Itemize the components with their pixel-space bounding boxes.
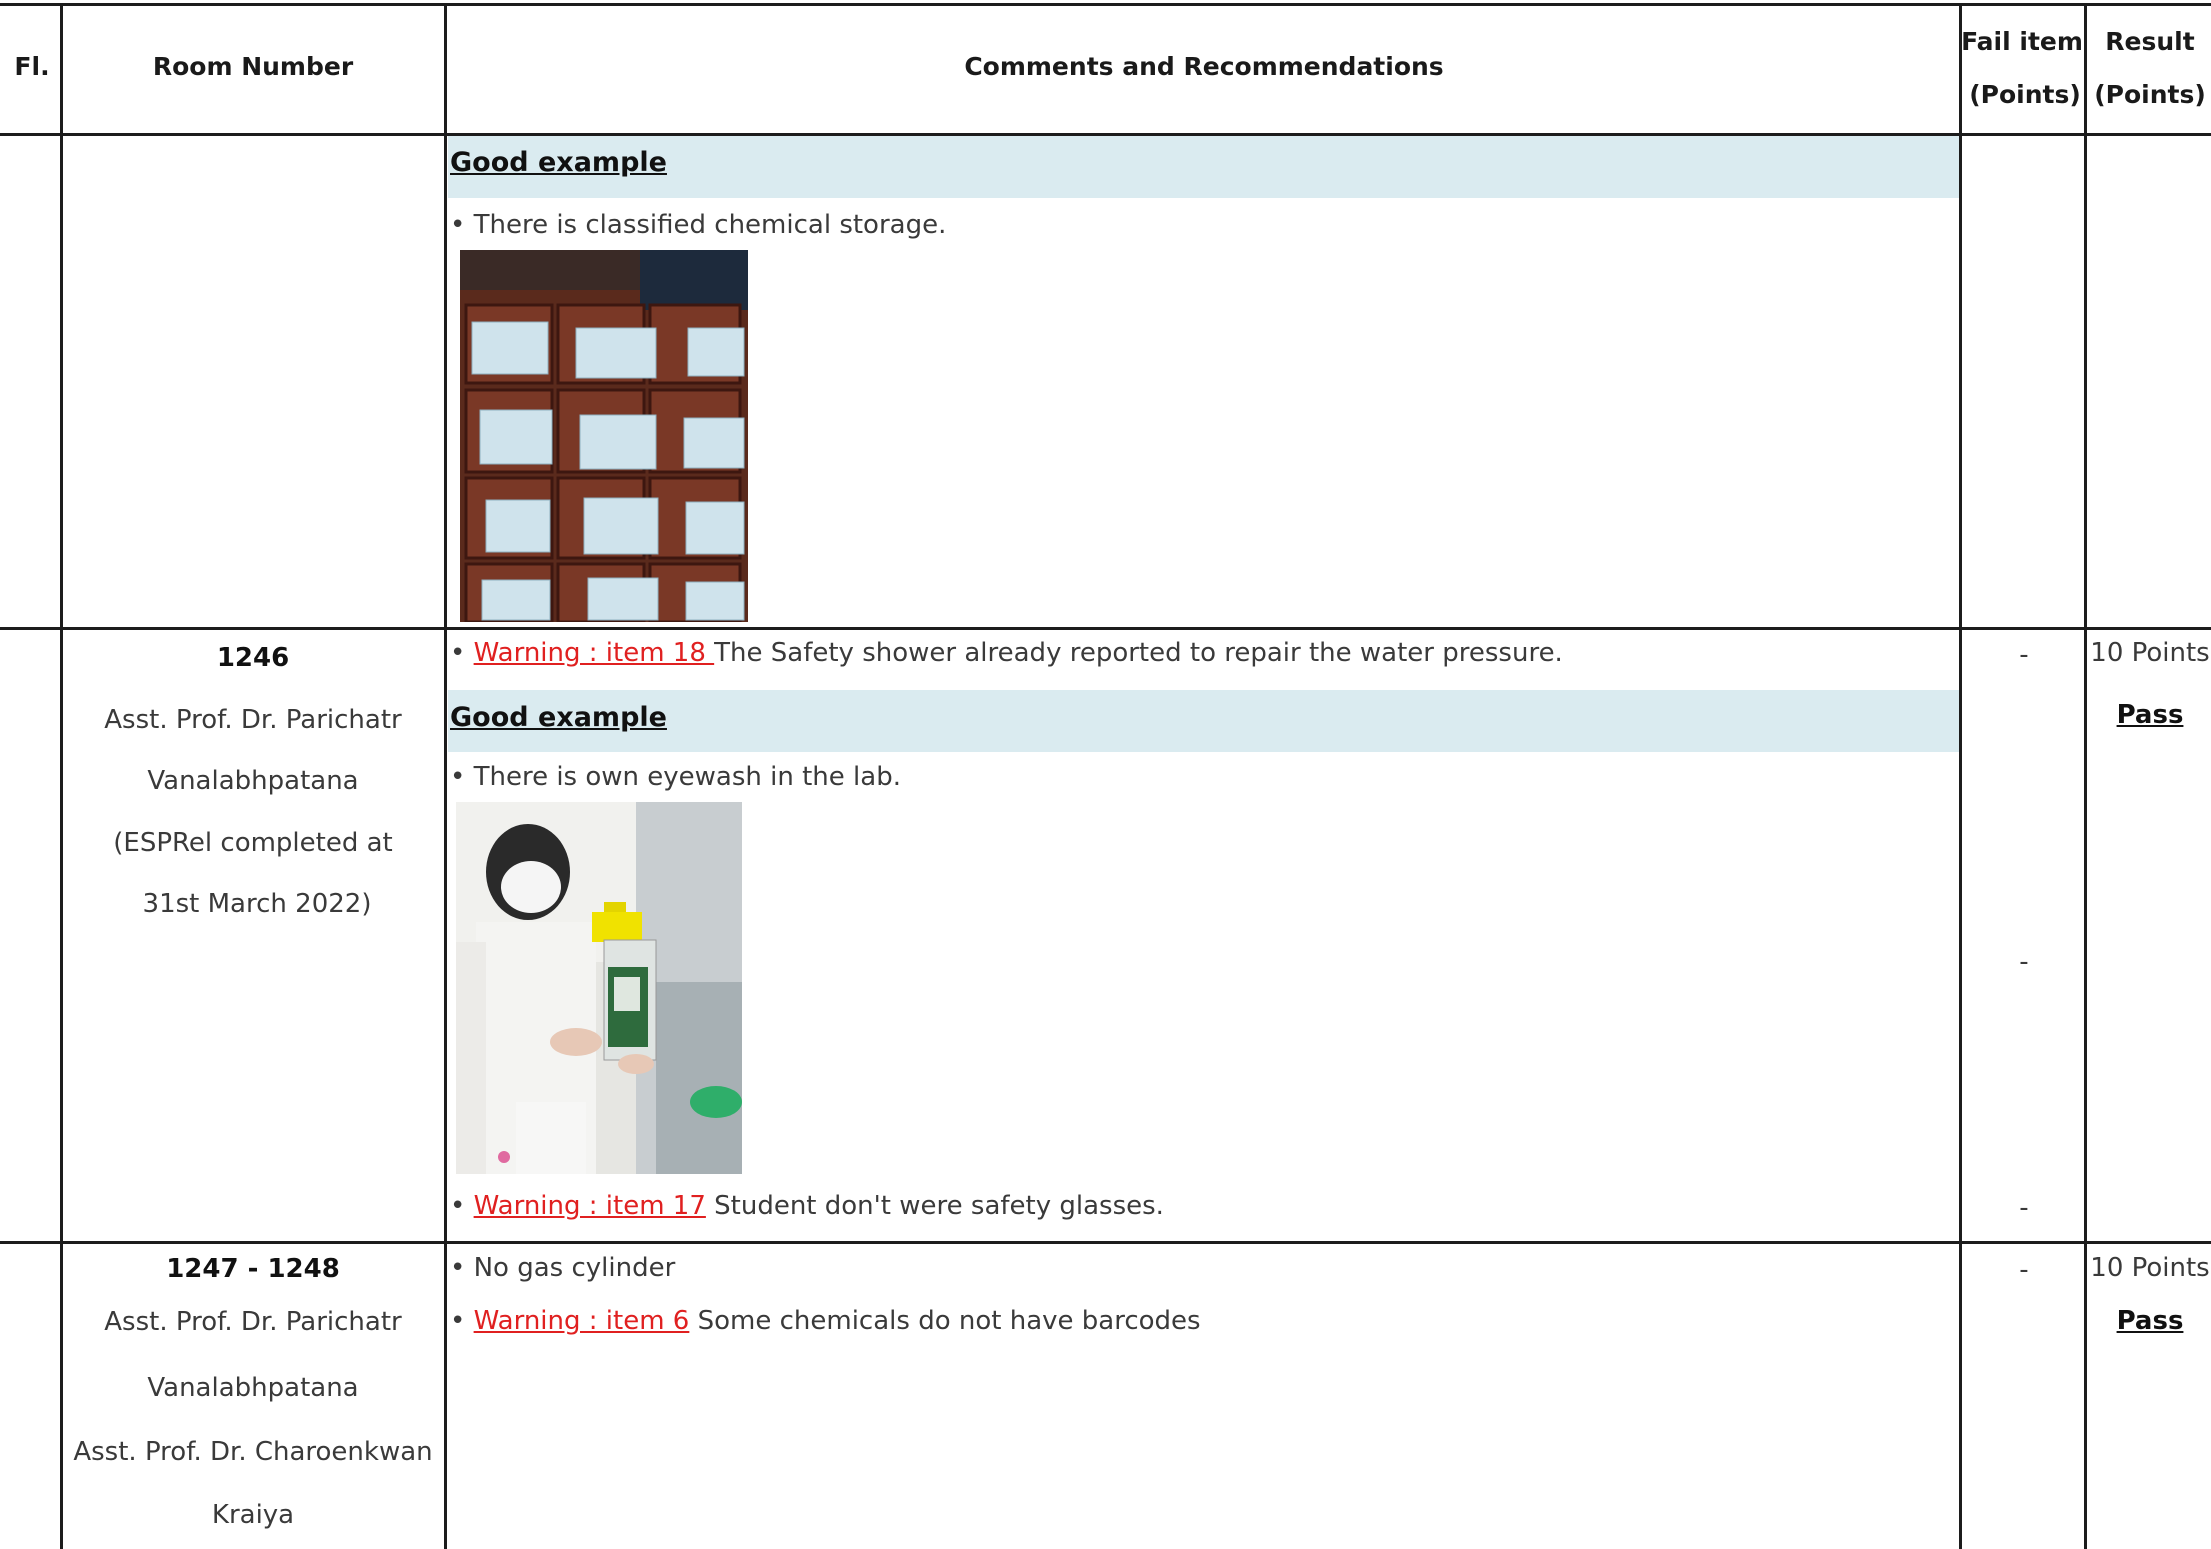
fail-mark: - — [2019, 640, 2029, 670]
good-example-band — [448, 690, 1959, 752]
result-points: 10 Points — [2090, 1253, 2210, 1283]
header-fail-item: Fail item — [1961, 27, 2083, 56]
row1-bottom-border — [0, 627, 2211, 630]
owner-line-4: Kraiya — [211, 1500, 295, 1530]
room-number-1246: 1246 — [216, 643, 290, 673]
warning-link-item-17[interactable]: Warning : item 17 — [474, 1191, 706, 1221]
col-divider-floor — [60, 4, 63, 1549]
header-result: Result — [2105, 27, 2195, 56]
owner-line-1: Asst. Prof. Dr. Parichatr — [104, 705, 402, 735]
result-points: 10 Points — [2090, 638, 2210, 668]
warning-item-18: • Warning : item 18 The Safety shower al… — [450, 638, 1563, 668]
owner-line-3: Asst. Prof. Dr. Charoenkwan — [73, 1437, 433, 1467]
good-example-band — [448, 136, 1959, 198]
header-fail-item-unit: (Points) — [1969, 80, 2081, 109]
table-top-border — [0, 3, 2211, 6]
good-example-heading: Good example — [450, 702, 667, 733]
fail-mark: - — [2019, 1193, 2029, 1223]
col-divider-fail — [2084, 4, 2087, 1549]
inspection-report-page: Fl. Room Number Comments and Recommendat… — [0, 0, 2211, 1549]
bullet: • — [450, 1191, 474, 1221]
fail-mark: - — [2019, 1255, 2029, 1285]
warning-text: Some chemicals do not have barcodes — [689, 1306, 1201, 1336]
photo-eyewash — [456, 802, 742, 1174]
header-result-unit: (Points) — [2094, 80, 2206, 109]
owner-line-3: (ESPRel completed at — [113, 828, 393, 858]
col-divider-room — [444, 4, 447, 1549]
bullet: • — [450, 1306, 474, 1336]
comment-bullet: • There is classified chemical storage. — [450, 210, 947, 240]
header-floor: Fl. — [14, 52, 50, 81]
warning-text: Student don't were safety glasses. — [705, 1191, 1164, 1221]
comment-bullet: • There is own eyewash in the lab. — [450, 762, 901, 792]
owner-line-1: Asst. Prof. Dr. Parichatr — [104, 1307, 402, 1337]
owner-line-2: Vanalabhpatana — [147, 1373, 359, 1403]
comment-bullet: • No gas cylinder — [450, 1253, 676, 1283]
photo-chemical-storage — [460, 250, 748, 622]
row2-bottom-border — [0, 1241, 2211, 1244]
bullet: • — [450, 638, 474, 668]
room-number-1247-1248: 1247 - 1248 — [166, 1254, 340, 1284]
warning-link-item-6[interactable]: Warning : item 6 — [474, 1306, 690, 1336]
warning-text: The Safety shower already reported to re… — [714, 638, 1563, 668]
fail-mark: - — [2019, 947, 2029, 977]
warning-link-item-18[interactable]: Warning : item 18 — [474, 638, 715, 668]
owner-line-4: 31st March 2022) — [142, 889, 372, 919]
header-comments: Comments and Recommendations — [964, 52, 1444, 81]
good-example-heading: Good example — [450, 147, 667, 178]
result-pass[interactable]: Pass — [2117, 1306, 2184, 1336]
result-pass[interactable]: Pass — [2117, 700, 2184, 730]
owner-line-2: Vanalabhpatana — [147, 766, 359, 796]
warning-item-17: • Warning : item 17 Student don't were s… — [450, 1191, 1164, 1221]
warning-item-6: • Warning : item 6 Some chemicals do not… — [450, 1306, 1201, 1336]
col-divider-comments — [1959, 4, 1962, 1549]
header-room-number: Room Number — [152, 52, 354, 81]
